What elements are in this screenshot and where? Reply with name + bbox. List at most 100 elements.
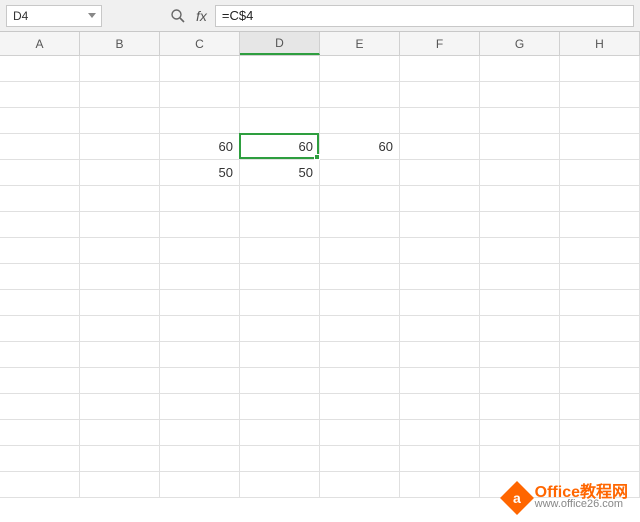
cell[interactable]: [400, 472, 480, 497]
cell[interactable]: [320, 212, 400, 237]
cell[interactable]: [400, 160, 480, 185]
cell[interactable]: [320, 290, 400, 315]
cell[interactable]: [80, 420, 160, 445]
cell[interactable]: [0, 316, 80, 341]
cell[interactable]: [400, 446, 480, 471]
cell[interactable]: [0, 212, 80, 237]
cell[interactable]: [400, 316, 480, 341]
cell[interactable]: [80, 264, 160, 289]
cell[interactable]: [400, 56, 480, 81]
cell[interactable]: [0, 342, 80, 367]
cell[interactable]: [560, 160, 640, 185]
cell[interactable]: [480, 342, 560, 367]
cell[interactable]: [320, 472, 400, 497]
name-box[interactable]: D4: [6, 5, 102, 27]
spreadsheet-grid[interactable]: 6060605050: [0, 56, 640, 498]
cell[interactable]: [0, 446, 80, 471]
cell[interactable]: [240, 342, 320, 367]
column-header-A[interactable]: A: [0, 32, 80, 55]
cell[interactable]: [320, 186, 400, 211]
cell[interactable]: [240, 82, 320, 107]
cell[interactable]: [480, 420, 560, 445]
cell[interactable]: [240, 290, 320, 315]
cell[interactable]: [320, 56, 400, 81]
cell[interactable]: [160, 394, 240, 419]
cell[interactable]: [160, 264, 240, 289]
cell[interactable]: [320, 160, 400, 185]
cell[interactable]: [480, 316, 560, 341]
cell[interactable]: [80, 316, 160, 341]
cell[interactable]: [320, 82, 400, 107]
cell[interactable]: [480, 394, 560, 419]
cell[interactable]: [80, 108, 160, 133]
cell[interactable]: [560, 290, 640, 315]
cell[interactable]: [480, 212, 560, 237]
cell[interactable]: [480, 56, 560, 81]
fx-icon[interactable]: fx: [196, 8, 207, 24]
cell[interactable]: [480, 446, 560, 471]
cell[interactable]: [160, 82, 240, 107]
cell[interactable]: [320, 420, 400, 445]
cell[interactable]: [80, 446, 160, 471]
cell[interactable]: [160, 472, 240, 497]
cell[interactable]: [320, 108, 400, 133]
column-header-B[interactable]: B: [80, 32, 160, 55]
cell[interactable]: [80, 342, 160, 367]
cell[interactable]: [480, 160, 560, 185]
cell[interactable]: [320, 394, 400, 419]
cell[interactable]: [80, 472, 160, 497]
cell[interactable]: [80, 368, 160, 393]
cell[interactable]: [560, 108, 640, 133]
cell[interactable]: [480, 264, 560, 289]
name-box-dropdown-icon[interactable]: [85, 8, 99, 24]
cell[interactable]: [560, 82, 640, 107]
zoom-icon[interactable]: [170, 8, 186, 24]
cell[interactable]: [0, 290, 80, 315]
cell[interactable]: [160, 342, 240, 367]
cell[interactable]: [560, 316, 640, 341]
column-header-G[interactable]: G: [480, 32, 560, 55]
cell[interactable]: [400, 108, 480, 133]
cell[interactable]: [80, 160, 160, 185]
cell[interactable]: [480, 134, 560, 159]
cell[interactable]: [400, 394, 480, 419]
cell[interactable]: [480, 82, 560, 107]
cell[interactable]: [160, 446, 240, 471]
cell[interactable]: [400, 186, 480, 211]
cell[interactable]: [560, 56, 640, 81]
cell[interactable]: [320, 238, 400, 263]
cell[interactable]: [160, 186, 240, 211]
cell[interactable]: [240, 264, 320, 289]
cell[interactable]: [0, 264, 80, 289]
cell[interactable]: [400, 82, 480, 107]
cell[interactable]: [480, 368, 560, 393]
cell[interactable]: [0, 134, 80, 159]
cell[interactable]: [480, 186, 560, 211]
cell[interactable]: [240, 446, 320, 471]
formula-input[interactable]: =C$4: [215, 5, 634, 27]
cell[interactable]: [0, 238, 80, 263]
column-header-F[interactable]: F: [400, 32, 480, 55]
cell[interactable]: [560, 212, 640, 237]
cell[interactable]: [80, 290, 160, 315]
cell[interactable]: 60: [160, 134, 240, 159]
cell[interactable]: [0, 394, 80, 419]
cell[interactable]: [160, 212, 240, 237]
cell[interactable]: [240, 420, 320, 445]
cell[interactable]: [240, 472, 320, 497]
cell[interactable]: [560, 394, 640, 419]
cell[interactable]: [0, 186, 80, 211]
column-header-H[interactable]: H: [560, 32, 640, 55]
cell[interactable]: [0, 368, 80, 393]
cell[interactable]: [0, 82, 80, 107]
cell[interactable]: [400, 368, 480, 393]
cell[interactable]: 60: [320, 134, 400, 159]
cell[interactable]: [560, 238, 640, 263]
cell[interactable]: [160, 316, 240, 341]
cell[interactable]: [160, 56, 240, 81]
cell[interactable]: [80, 212, 160, 237]
cell[interactable]: [560, 264, 640, 289]
cell[interactable]: [480, 238, 560, 263]
cell[interactable]: [80, 186, 160, 211]
cell[interactable]: [320, 264, 400, 289]
